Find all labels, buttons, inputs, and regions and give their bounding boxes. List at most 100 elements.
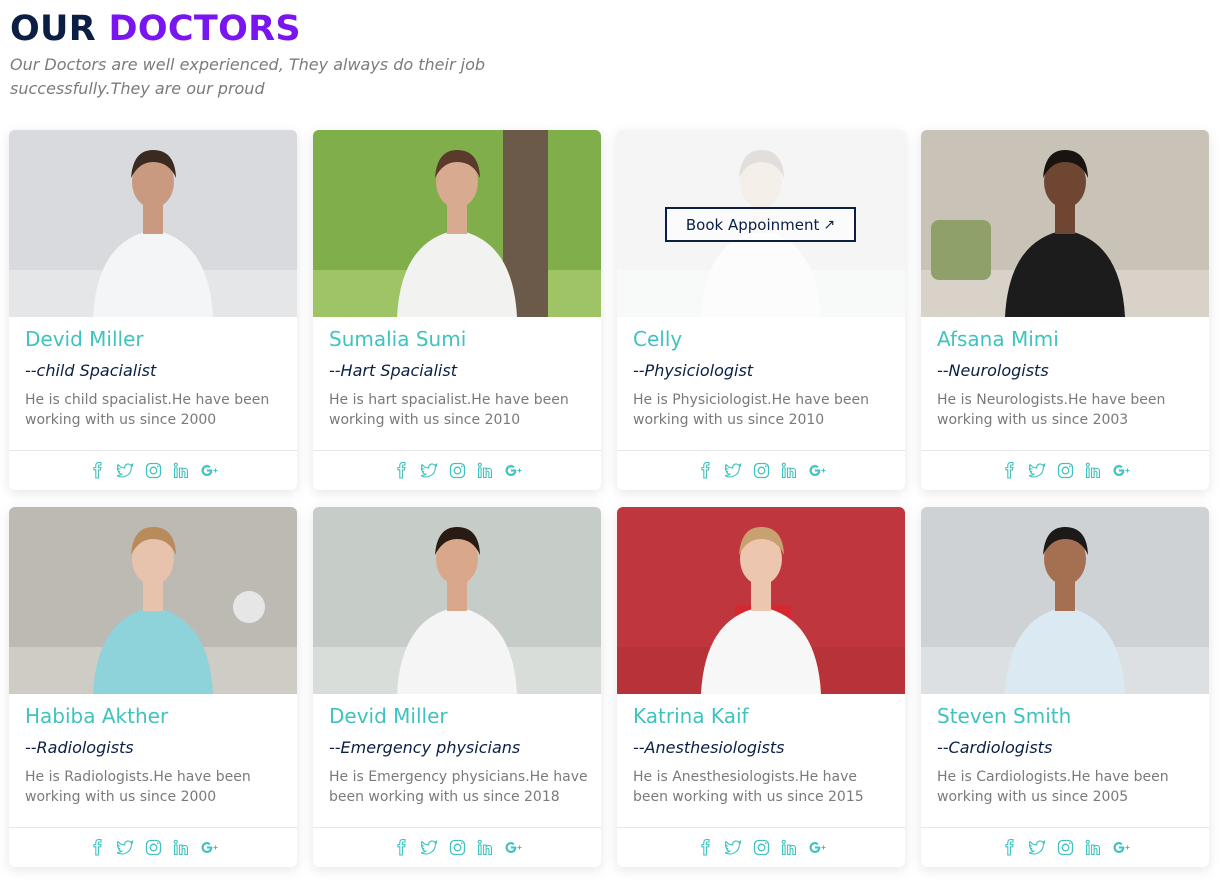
linkedin-icon[interactable] (173, 839, 190, 856)
doctor-specialty: --Cardiologists (937, 738, 1053, 757)
instagram-icon[interactable] (145, 462, 162, 479)
title-part-doctors: DOCTORS (108, 9, 301, 49)
instagram-icon[interactable] (1057, 462, 1074, 479)
doctor-card[interactable]: Devid Miller --child Spacialist He is ch… (9, 130, 297, 490)
linkedin-icon[interactable] (477, 462, 494, 479)
facebook-icon[interactable] (697, 839, 714, 856)
social-links (9, 827, 297, 867)
doctor-photo-art (9, 130, 297, 317)
doctor-photo-art (313, 130, 601, 317)
doctor-photo: Book Appoinment ↗ (617, 130, 905, 317)
doctor-card[interactable]: Habiba Akther --Radiologists He is Radio… (9, 507, 297, 867)
doctor-card[interactable]: Katrina Kaif --Anesthesiologists He is A… (617, 507, 905, 867)
doctor-name[interactable]: Devid Miller (329, 704, 585, 728)
doctor-info: Habiba Akther --Radiologists He is Radio… (9, 694, 297, 827)
book-appointment-label: Book Appoinment (685, 215, 820, 234)
linkedin-icon[interactable] (1085, 839, 1102, 856)
facebook-icon[interactable] (697, 462, 714, 479)
google-plus-icon[interactable] (201, 839, 218, 856)
doctor-name[interactable]: Katrina Kaif (633, 704, 889, 728)
doctor-specialty: --Emergency physicians (329, 738, 521, 757)
instagram-icon[interactable] (449, 839, 466, 856)
facebook-icon[interactable] (393, 839, 410, 856)
doctor-photo (617, 507, 905, 694)
doctor-specialty: --child Spacialist (25, 361, 157, 380)
instagram-icon[interactable] (145, 839, 162, 856)
linkedin-icon[interactable] (781, 462, 798, 479)
instagram-icon[interactable] (1057, 839, 1074, 856)
section-header: OUR DOCTORS Our Doctors are well experie… (10, 8, 530, 101)
doctor-description: He is Emergency physicians.He have been … (329, 769, 588, 805)
title-part-our: OUR (10, 9, 97, 49)
twitter-icon[interactable] (116, 839, 134, 856)
doctor-description: He is hart spacialist.He have been worki… (329, 392, 569, 428)
twitter-icon[interactable] (1028, 839, 1046, 856)
google-plus-icon[interactable] (505, 462, 522, 479)
doctor-specialty: --Radiologists (25, 738, 134, 757)
book-appointment-button[interactable]: Book Appoinment ↗ (665, 207, 856, 242)
doctor-specialty: --Physiciologist (633, 361, 754, 380)
twitter-icon[interactable] (116, 462, 134, 479)
google-plus-icon[interactable] (201, 462, 218, 479)
doctor-photo (9, 507, 297, 694)
doctor-photo (313, 507, 601, 694)
twitter-icon[interactable] (724, 839, 742, 856)
linkedin-icon[interactable] (477, 839, 494, 856)
doctor-name[interactable]: Habiba Akther (25, 704, 281, 728)
doctor-specialty: --Hart Spacialist (329, 361, 457, 380)
facebook-icon[interactable] (393, 462, 410, 479)
facebook-icon[interactable] (89, 462, 106, 479)
facebook-icon[interactable] (89, 839, 106, 856)
doctor-name[interactable]: Celly (633, 327, 889, 351)
page-title: OUR DOCTORS (10, 8, 530, 50)
doctor-card[interactable]: Afsana Mimi --Neurologists He is Neurolo… (921, 130, 1209, 490)
google-plus-icon[interactable] (505, 839, 522, 856)
arrow-up-right-icon: ↗ (823, 216, 836, 233)
doctor-photo (921, 507, 1209, 694)
facebook-icon[interactable] (1001, 462, 1018, 479)
social-links (921, 450, 1209, 490)
page-subtitle: Our Doctors are well experienced, They a… (10, 55, 486, 98)
social-links (313, 827, 601, 867)
twitter-icon[interactable] (420, 839, 438, 856)
facebook-icon[interactable] (1001, 839, 1018, 856)
doctor-photo (9, 130, 297, 317)
social-links (617, 827, 905, 867)
social-links (921, 827, 1209, 867)
doctor-specialty: --Anesthesiologists (633, 738, 785, 757)
google-plus-icon[interactable] (1113, 462, 1130, 479)
twitter-icon[interactable] (724, 462, 742, 479)
doctor-photo (313, 130, 601, 317)
social-links (313, 450, 601, 490)
doctor-photo-art (617, 507, 905, 694)
google-plus-icon[interactable] (809, 839, 826, 856)
doctor-card[interactable]: Sumalia Sumi --Hart Spacialist He is har… (313, 130, 601, 490)
twitter-icon[interactable] (1028, 462, 1046, 479)
doctor-description: He is child spacialist.He have been work… (25, 392, 270, 428)
doctor-description: He is Anesthesiologists.He have been wor… (633, 769, 864, 805)
linkedin-icon[interactable] (781, 839, 798, 856)
doctor-name[interactable]: Steven Smith (937, 704, 1193, 728)
doctor-name[interactable]: Afsana Mimi (937, 327, 1193, 351)
doctor-info: Devid Miller --Emergency physicians He i… (313, 694, 601, 827)
doctor-name[interactable]: Devid Miller (25, 327, 281, 351)
doctor-card[interactable]: Devid Miller --Emergency physicians He i… (313, 507, 601, 867)
doctor-card[interactable]: Book Appoinment ↗ Celly --Physiciologist… (617, 130, 905, 490)
linkedin-icon[interactable] (173, 462, 190, 479)
doctor-info: Katrina Kaif --Anesthesiologists He is A… (617, 694, 905, 827)
doctor-info: Celly --Physiciologist He is Physiciolog… (617, 317, 905, 450)
doctor-description: He is Physiciologist.He have been workin… (633, 392, 870, 428)
instagram-icon[interactable] (449, 462, 466, 479)
social-links (9, 450, 297, 490)
instagram-icon[interactable] (753, 462, 770, 479)
linkedin-icon[interactable] (1085, 462, 1102, 479)
doctor-info: Devid Miller --child Spacialist He is ch… (9, 317, 297, 450)
social-links (617, 450, 905, 490)
google-plus-icon[interactable] (1113, 839, 1130, 856)
twitter-icon[interactable] (420, 462, 438, 479)
doctor-specialty: --Neurologists (937, 361, 1049, 380)
doctor-card[interactable]: Steven Smith --Cardiologists He is Cardi… (921, 507, 1209, 867)
google-plus-icon[interactable] (809, 462, 826, 479)
doctor-name[interactable]: Sumalia Sumi (329, 327, 585, 351)
instagram-icon[interactable] (753, 839, 770, 856)
